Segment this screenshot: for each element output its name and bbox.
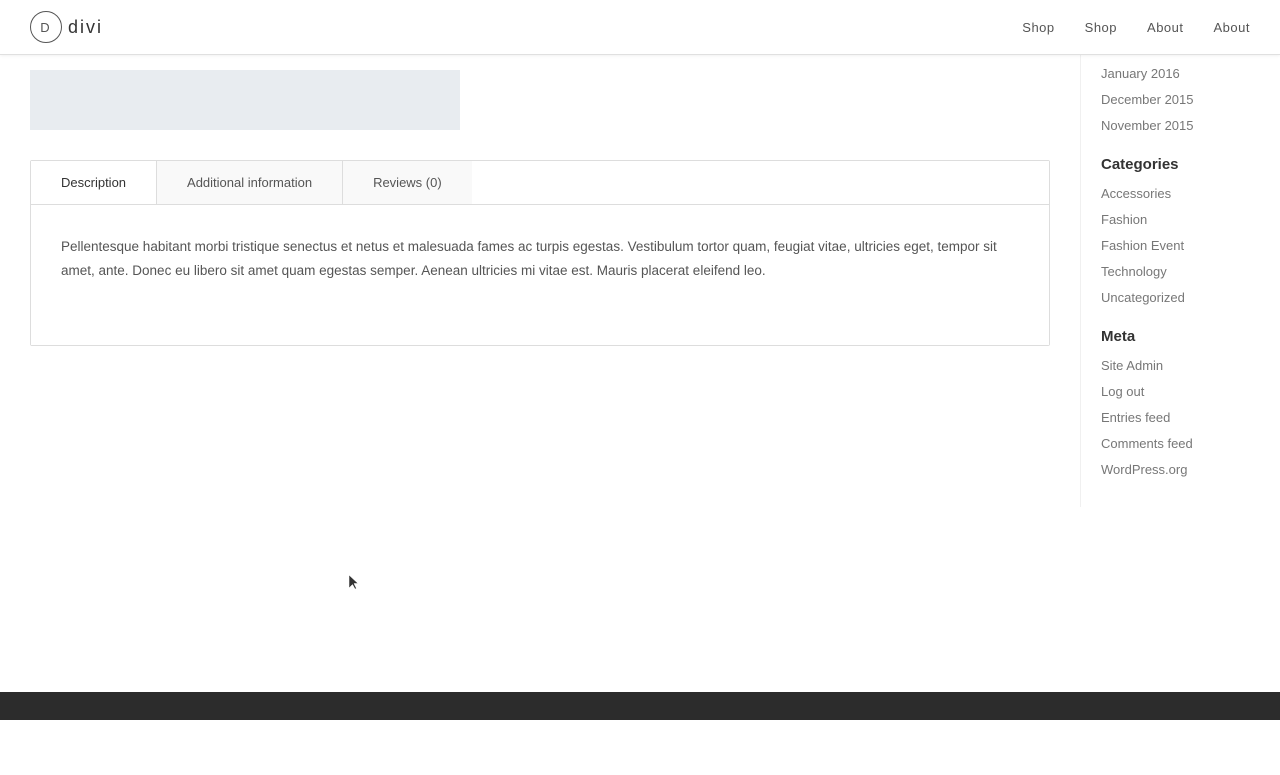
nav-shop-2[interactable]: Shop xyxy=(1085,20,1117,35)
sidebar-archive-nov-2015[interactable]: November 2015 xyxy=(1101,117,1260,135)
tab-reviews[interactable]: Reviews (0) xyxy=(343,161,472,204)
categories-title: Categories xyxy=(1101,156,1260,173)
sidebar-meta-wordpress-org[interactable]: WordPress.org xyxy=(1101,461,1260,479)
sidebar-cat-uncategorized[interactable]: Uncategorized xyxy=(1101,289,1260,307)
tabs-header: Description Additional information Revie… xyxy=(31,161,1049,205)
sidebar-meta-comments-feed[interactable]: Comments feed xyxy=(1101,435,1260,453)
sidebar-archive-jan-2016[interactable]: January 2016 xyxy=(1101,65,1260,83)
footer-bar xyxy=(0,692,1280,720)
tab-description[interactable]: Description xyxy=(31,161,157,204)
nav-shop-1[interactable]: Shop xyxy=(1022,20,1054,35)
logo-text: divi xyxy=(68,17,103,38)
main-nav: Shop Shop About About xyxy=(1022,20,1250,35)
page-wrapper: Description Additional information Revie… xyxy=(0,55,1280,507)
site-header: D divi Shop Shop About About xyxy=(0,0,1280,55)
sidebar-meta-site-admin[interactable]: Site Admin xyxy=(1101,357,1260,375)
product-image-placeholder xyxy=(30,70,460,130)
sidebar-cat-fashion-event[interactable]: Fashion Event xyxy=(1101,237,1260,255)
sidebar-cat-technology[interactable]: Technology xyxy=(1101,263,1260,281)
tab-additional-information[interactable]: Additional information xyxy=(157,161,343,204)
site-logo[interactable]: D divi xyxy=(30,11,103,43)
sidebar-archive-dec-2015[interactable]: December 2015 xyxy=(1101,91,1260,109)
sidebar-cat-accessories[interactable]: Accessories xyxy=(1101,185,1260,203)
sidebar-cat-fashion[interactable]: Fashion xyxy=(1101,211,1260,229)
product-tabs: Description Additional information Revie… xyxy=(30,160,1050,346)
sidebar-meta-entries-feed[interactable]: Entries feed xyxy=(1101,409,1260,427)
main-content: Description Additional information Revie… xyxy=(0,55,1080,507)
nav-about-2[interactable]: About xyxy=(1214,20,1250,35)
tab-content-description: Pellentesque habitant morbi tristique se… xyxy=(31,205,1049,345)
logo-icon: D xyxy=(30,11,62,43)
cursor xyxy=(349,575,361,587)
nav-about-1[interactable]: About xyxy=(1147,20,1183,35)
sidebar: January 2016 December 2015 November 2015… xyxy=(1080,55,1280,507)
sidebar-meta-logout[interactable]: Log out xyxy=(1101,383,1260,401)
description-text: Pellentesque habitant morbi tristique se… xyxy=(61,235,1019,282)
meta-title: Meta xyxy=(1101,328,1260,345)
